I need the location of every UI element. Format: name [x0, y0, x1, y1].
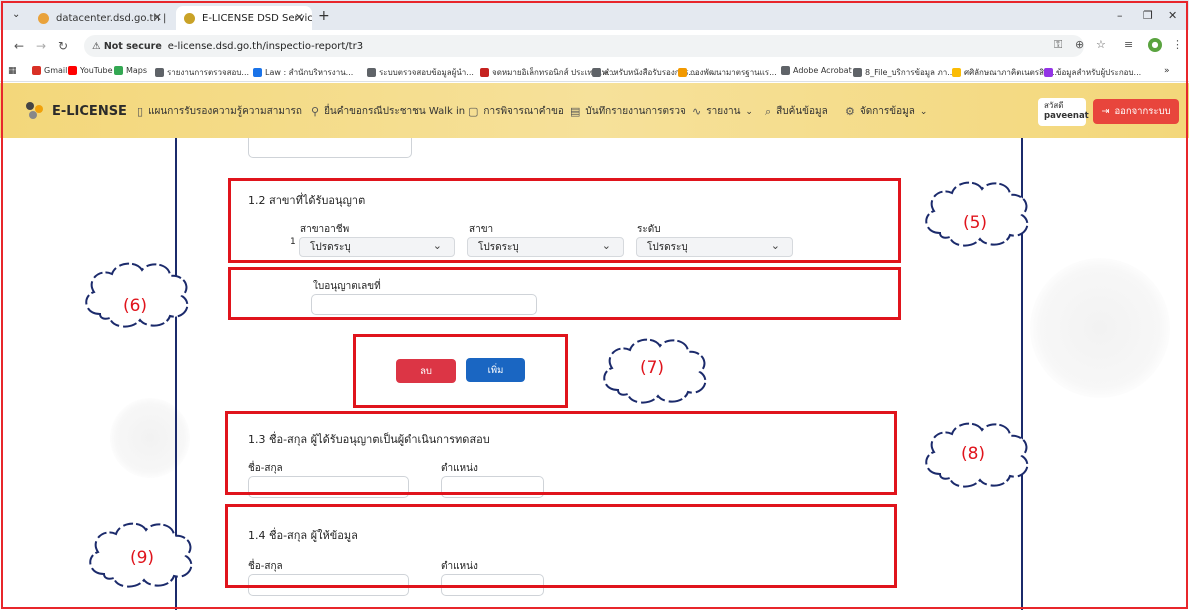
nav-inspection-report[interactable]: ▤ บันทึกรายงานการตรวจ	[570, 104, 686, 119]
annotation-box-5	[228, 178, 901, 263]
annotation-label-5: (5)	[962, 213, 988, 233]
document-icon: ▤	[570, 105, 581, 118]
profile-avatar[interactable]: ●	[1148, 38, 1162, 52]
bookmark-file[interactable]: 8_File_บริการข้อมูล ภา...	[853, 66, 955, 79]
bookmark-acrobat[interactable]: Adobe Acrobat	[781, 66, 852, 75]
reload-icon[interactable]: ↻	[58, 39, 68, 53]
close-icon[interactable]: ✕	[295, 11, 304, 24]
new-tab-plus-icon[interactable]: +	[318, 8, 330, 24]
nav-manage[interactable]: ⚙ จัดการข้อมูล ⌄	[845, 104, 927, 119]
forward-arrow-icon[interactable]: →	[36, 39, 46, 53]
previous-field-input[interactable]	[248, 138, 412, 158]
address-bar-row: ← → ↻ ⚠ Not secure e-license.dsd.go.th/i…	[0, 30, 1189, 62]
password-key-icon[interactable]: ⚿	[1054, 38, 1062, 52]
annotation-label-7: (7)	[639, 358, 665, 378]
chevron-down-icon: ⌄	[745, 106, 753, 117]
url-text: e-license.dsd.go.th/inspectio-report/tr3	[167, 40, 364, 52]
logout-icon: ⇥	[1101, 106, 1110, 117]
bookmarks-bar: ▦ Gmail YouTube Maps รายงานการตรวจสอบ...…	[0, 62, 1189, 82]
nav-plan[interactable]: ▯ แผนการรับรองความรู้ความสามารถ	[137, 104, 302, 119]
bookmark-operator[interactable]: ข้อมูลสำหรับผู้ประกอบ...	[1044, 66, 1141, 79]
bookmark-star-icon[interactable]: ☆	[1096, 38, 1106, 51]
reading-list-icon[interactable]: ≡	[1124, 38, 1133, 51]
bookmark-maps[interactable]: Maps	[114, 66, 147, 75]
bookmark-gmail[interactable]: Gmail	[32, 66, 67, 75]
elicense-favicon-icon	[184, 12, 195, 24]
bookmark-verify[interactable]: ระบบตรวจสอบข้อมูลผู้นำ...	[367, 66, 474, 79]
close-icon[interactable]: ✕	[153, 11, 162, 24]
user-greeting: สวัสดี paveenat	[1038, 98, 1089, 126]
chevron-down-icon: ⌄	[919, 106, 928, 117]
url-field[interactable]: ⚠ Not secure e-license.dsd.go.th/inspect…	[84, 35, 1084, 57]
background-watermark	[110, 398, 190, 478]
search-icon: ⌕	[765, 104, 772, 118]
tab-search-chevron-icon[interactable]: ⌄	[12, 9, 20, 20]
app-logo[interactable]: E-LICENSE	[26, 102, 127, 120]
logo-text: E-LICENSE	[52, 103, 127, 119]
nav-search[interactable]: ⌕ สืบค้นข้อมูล	[765, 104, 828, 119]
nav-consider[interactable]: ▢ การพิจารณาคำขอ	[468, 104, 564, 119]
browser-tabstrip: ⌄ datacenter.dsd.go.th | ✕ E-LICENSE DSD…	[0, 0, 1189, 30]
annotation-label-9: (9)	[129, 548, 155, 568]
apps-grid-icon[interactable]: ▦	[8, 66, 17, 76]
annotation-box-7	[353, 334, 568, 408]
bookmark-law[interactable]: Law : สำนักบริหารงาน...	[253, 66, 353, 79]
gear-icon: ⚙	[845, 105, 855, 118]
browser-tab-datacenter[interactable]: datacenter.dsd.go.th | ✕	[30, 6, 170, 30]
username: paveenat	[1044, 111, 1089, 121]
browser-tab-elicense[interactable]: E-LICENSE DSD Service - ระบบก ✕	[176, 6, 312, 30]
tab-title: datacenter.dsd.go.th |	[56, 12, 167, 24]
bookmark-report[interactable]: รายงานการตรวจสอบ...	[155, 66, 249, 79]
user-plus-icon: ⚲	[311, 105, 320, 118]
cloud-callout-6	[85, 262, 189, 328]
window-close-icon[interactable]: ✕	[1168, 9, 1177, 22]
activity-icon: ∿	[692, 105, 702, 118]
restore-icon[interactable]: ❐	[1143, 9, 1153, 22]
background-watermark	[1030, 258, 1170, 398]
datacenter-favicon-icon	[38, 12, 49, 24]
annotation-box-8	[225, 411, 897, 495]
kebab-menu-icon[interactable]: ⋮	[1172, 38, 1183, 51]
back-arrow-icon[interactable]: ←	[14, 39, 24, 53]
minimize-icon[interactable]: –	[1117, 9, 1123, 22]
annotation-box-6	[228, 267, 901, 320]
annotation-label-8: (8)	[960, 444, 986, 464]
bookmark-youtube[interactable]: YouTube	[68, 66, 113, 75]
bookmark-sasilak[interactable]: ศศิลักษณาภาคิตเนตรสิน...	[952, 66, 1057, 79]
app-header: E-LICENSE ▯ แผนการรับรองความรู้ความสามารถ…	[0, 83, 1189, 138]
more-bookmarks-icon[interactable]: »	[1164, 66, 1170, 76]
clipboard-icon: ▢	[468, 105, 479, 118]
annotation-label-6: (6)	[122, 296, 148, 316]
page-body: 1.2 สาขาที่ได้รับอนุญาต สาขาอาชีพ สาขา ร…	[0, 138, 1189, 610]
logout-button[interactable]: ⇥ ออกจากระบบ	[1093, 99, 1179, 124]
book-icon: ▯	[137, 105, 144, 118]
logo-mark-icon	[26, 102, 44, 120]
zoom-icon[interactable]: ⊕	[1075, 38, 1084, 51]
nav-reports[interactable]: ∿ รายงาน ⌄	[692, 104, 753, 119]
nav-walkin[interactable]: ⚲ ยื่นคำขอกรณีประชาชน Walk in	[311, 104, 465, 119]
not-secure-warning[interactable]: ⚠ Not secure	[92, 41, 162, 52]
bookmark-standard[interactable]: กองพัฒนามาตรฐานแร...	[678, 66, 777, 79]
annotation-box-9	[225, 504, 897, 588]
